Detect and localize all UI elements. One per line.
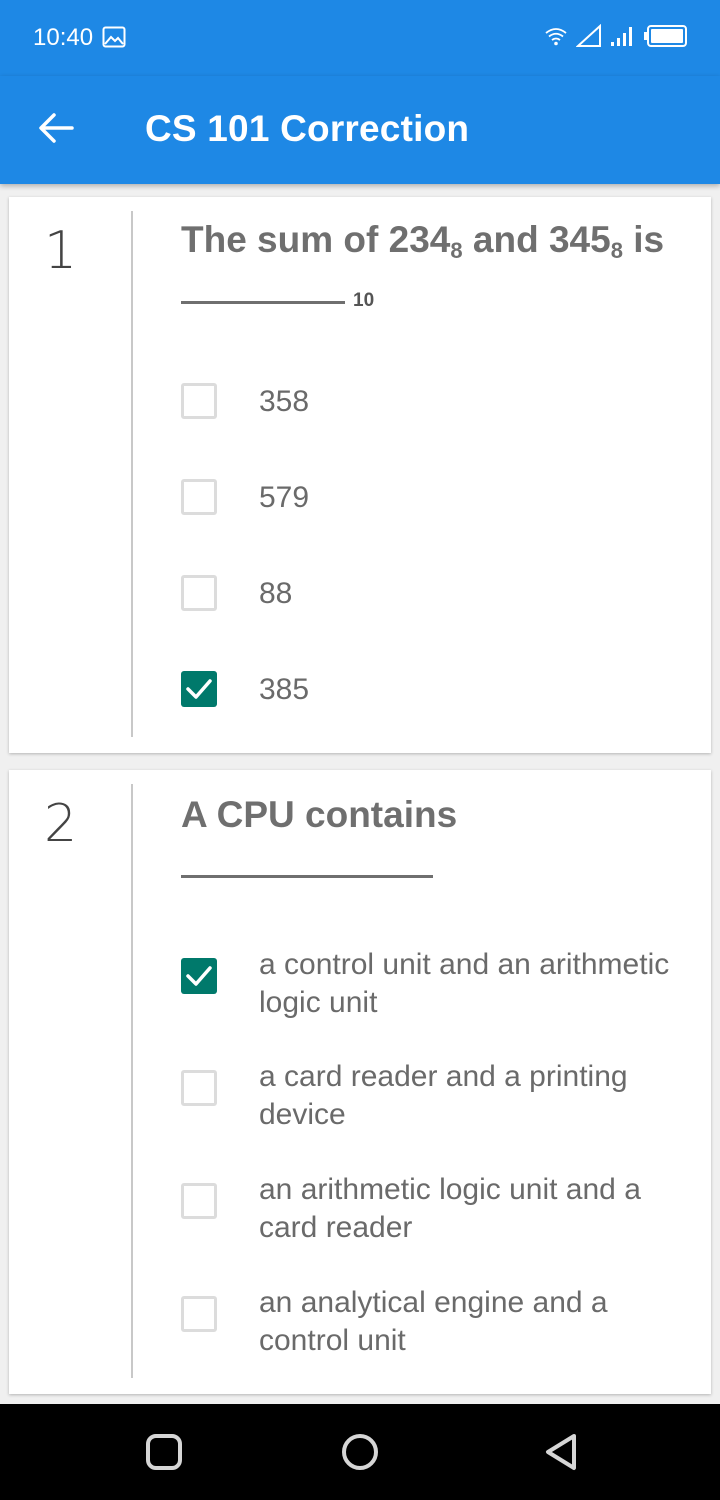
checkbox-unchecked-icon[interactable] bbox=[181, 1070, 217, 1106]
status-time: 10:40 bbox=[33, 24, 94, 51]
question-text-part: and 345 bbox=[462, 219, 611, 260]
option-label: a control unit and an arithmetic logic u… bbox=[259, 948, 670, 1019]
option-checkbox[interactable]: a control unit and an arithmetic logic u… bbox=[181, 948, 681, 1038]
checkbox-unchecked-icon[interactable] bbox=[181, 1296, 217, 1332]
option-label: an analytical engine and a control unit bbox=[259, 1286, 608, 1357]
option-checkbox[interactable]: 88 bbox=[181, 575, 681, 615]
status-icons bbox=[544, 23, 688, 53]
home-icon[interactable] bbox=[340, 1432, 380, 1472]
option-checkbox[interactable]: 579 bbox=[181, 479, 681, 519]
signal-bars-icon bbox=[610, 25, 636, 52]
question-text: A CPU contains bbox=[181, 794, 458, 835]
question-subscript: 8 bbox=[610, 238, 623, 263]
page-title: CS 101 Correction bbox=[145, 108, 470, 149]
checkbox-unchecked-icon[interactable] bbox=[181, 479, 217, 515]
question-text-part: The sum of 234 bbox=[181, 219, 451, 260]
arrow-left-icon bbox=[38, 112, 74, 149]
question-subscript: 8 bbox=[450, 238, 463, 263]
option-checkbox[interactable]: a card reader and a printing device bbox=[181, 1060, 681, 1150]
vertical-divider bbox=[131, 784, 133, 1378]
question-text: The sum of 2348 and 3458 is bbox=[181, 219, 665, 263]
option-label: an arithmetic logic unit and a card read… bbox=[259, 1173, 641, 1244]
checkbox-checked-icon[interactable] bbox=[181, 958, 217, 994]
vertical-divider bbox=[131, 211, 133, 737]
signal-outline-icon bbox=[575, 23, 602, 53]
question-card: 2 A CPU contains a control unit and an a… bbox=[9, 770, 711, 1394]
question-number: 2 bbox=[44, 794, 78, 854]
app-bar: CS 101 Correction bbox=[0, 76, 720, 184]
question-card: 1 The sum of 2348 and 3458 is 10 358 579… bbox=[9, 197, 711, 753]
back-button[interactable] bbox=[30, 104, 82, 156]
option-label: a card reader and a printing device bbox=[259, 1060, 628, 1131]
option-label: 88 bbox=[259, 577, 293, 610]
option-label: 358 bbox=[259, 385, 310, 418]
question-text-part: is bbox=[622, 219, 665, 260]
system-nav-bar bbox=[0, 1404, 720, 1500]
back-triangle-icon[interactable] bbox=[542, 1432, 582, 1472]
checkbox-unchecked-icon[interactable] bbox=[181, 383, 217, 419]
option-checkbox[interactable]: 385 bbox=[181, 671, 681, 711]
option-checkbox[interactable]: an analytical engine and a control unit bbox=[181, 1286, 681, 1376]
option-checkbox[interactable]: an arithmetic logic unit and a card read… bbox=[181, 1173, 681, 1263]
option-label: 385 bbox=[259, 673, 310, 706]
question-number: 1 bbox=[44, 221, 78, 281]
answer-blank-line bbox=[181, 875, 433, 878]
checkbox-checked-icon[interactable] bbox=[181, 671, 217, 707]
checkbox-unchecked-icon[interactable] bbox=[181, 1183, 217, 1219]
battery-icon bbox=[644, 24, 688, 52]
option-label: 579 bbox=[259, 481, 310, 514]
option-checkbox[interactable]: 358 bbox=[181, 383, 681, 423]
recents-icon[interactable] bbox=[144, 1432, 184, 1472]
gallery-icon bbox=[102, 26, 126, 48]
checkbox-unchecked-icon[interactable] bbox=[181, 575, 217, 611]
answer-blank-line bbox=[181, 301, 345, 304]
status-bar: 10:40 bbox=[0, 0, 720, 76]
wifi-icon bbox=[544, 26, 568, 51]
answer-blank-subscript: 10 bbox=[353, 290, 375, 311]
